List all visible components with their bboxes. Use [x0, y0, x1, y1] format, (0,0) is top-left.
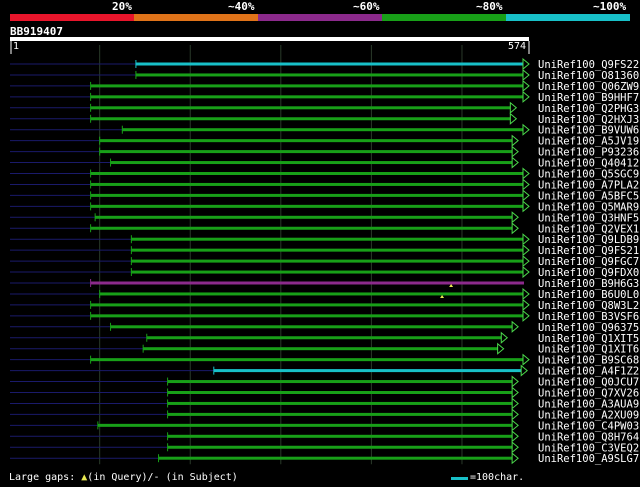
hit-end-arrow: [522, 265, 530, 279]
query-bar: [10, 37, 529, 41]
hit-end-arrow: [511, 419, 519, 432]
hit-bar: [131, 259, 524, 263]
hit-bar: [97, 423, 514, 427]
hit-end-arrow: [522, 178, 530, 191]
hit-bar: [90, 226, 514, 230]
hit-end-arrow: [511, 375, 519, 388]
hit-end-arrow: [511, 134, 519, 147]
hit-end-arrow: [522, 255, 530, 268]
gap-subject-label: - (in Subject): [153, 472, 238, 483]
hit-bar: [90, 172, 525, 175]
hit-end-arrow: [522, 68, 530, 82]
hit-bar: [99, 150, 514, 154]
hit-end-arrow: [511, 156, 519, 169]
hit-bar: [167, 391, 514, 394]
hit-end-arrow: [522, 298, 530, 311]
hit-end-arrow: [520, 364, 528, 377]
hit-end-arrow: [511, 320, 519, 333]
hit-end-arrow: [511, 441, 519, 454]
hit-bar: [167, 380, 514, 384]
hit-bar: [99, 292, 524, 296]
hit-bar: [90, 117, 512, 121]
hit-bar: [90, 193, 525, 197]
hit-bar: [213, 369, 523, 373]
scale-bar-swatch: [451, 477, 468, 480]
hit-name: UniRef100_A9SLG7: [538, 453, 639, 465]
hit-bar: [90, 84, 525, 88]
hit-end-arrow: [511, 397, 519, 410]
hit-bar: [131, 270, 524, 274]
hit-end-arrow: [511, 386, 519, 399]
hit-bar: [158, 456, 514, 460]
hit-bar: [90, 95, 525, 99]
hit-bar: [167, 445, 514, 449]
scale-bar-label: =100char.: [470, 472, 525, 483]
hit-bar: [135, 62, 525, 66]
hit-bar: [131, 248, 524, 252]
hit-bar: [90, 281, 525, 285]
hit-end-arrow: [522, 353, 530, 366]
hit-end-arrow: [522, 309, 530, 322]
hit-bar: [167, 412, 514, 416]
hit-bar: [90, 182, 525, 186]
hit-end-arrow: [522, 287, 530, 301]
footer-gaps: Large gaps: ▲(in Query)/- (in Subject): [9, 472, 238, 483]
hit-end-arrow: [511, 211, 519, 224]
alignment-graphic: UniRef100_Q9FS22UniRef100_O81360UniRef10…: [10, 37, 639, 465]
hit-bar: [99, 139, 514, 143]
hit-bar: [90, 314, 525, 318]
hit-end-arrow: [522, 200, 530, 213]
hit-end-arrow: [509, 112, 518, 125]
hit-bar: [167, 434, 514, 438]
hit-bar: [143, 347, 499, 351]
hit-end-arrow: [522, 90, 530, 103]
hit-end-arrow: [522, 244, 530, 257]
hit-end-arrow: [522, 123, 530, 136]
hit-bar: [90, 204, 525, 208]
hit-bar: [110, 161, 514, 165]
hit-bar: [167, 401, 514, 405]
hit-bar: [90, 358, 525, 362]
hit-bar: [135, 73, 525, 77]
hit-bar: [131, 237, 524, 241]
hit-end-arrow: [522, 79, 530, 92]
hit-bar: [95, 215, 514, 219]
hit-end-arrow: [522, 189, 530, 202]
hit-end-arrow: [522, 233, 530, 246]
hit-end-arrow: [500, 331, 509, 344]
hit-end-arrow: [522, 167, 530, 180]
hit-end-arrow: [509, 101, 518, 114]
hit-bar: [110, 325, 514, 329]
hit-bar: [90, 106, 512, 110]
hit-end-arrow: [497, 342, 505, 355]
hit-end-arrow: [511, 222, 519, 235]
gaps-label: Large gaps:: [9, 472, 76, 483]
hit-bar: [122, 128, 524, 132]
hit-end-arrow: [511, 408, 519, 421]
hit-bar: [90, 303, 525, 307]
hit-end-arrow: [511, 452, 519, 465]
gap-query-label: (in Query)/: [87, 472, 154, 483]
hit-end-arrow: [511, 145, 519, 158]
hit-bar: [146, 336, 503, 340]
hit-end-arrow: [511, 430, 519, 443]
hit-end-arrow: [522, 57, 530, 71]
